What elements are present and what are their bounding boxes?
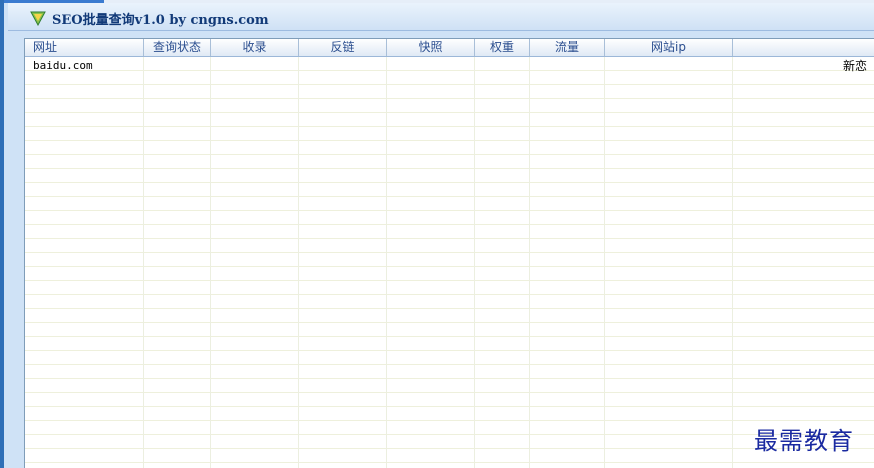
results-table[interactable]: 网址 查询状态 收录 反链 快照 权重 流量 网站ip baidu.com 新恋 — [24, 38, 874, 468]
table-row-url[interactable]: baidu.com — [33, 59, 93, 73]
column-divider — [210, 57, 211, 468]
column-header-extra[interactable] — [733, 39, 874, 56]
column-divider — [732, 57, 733, 468]
app-window: SEO批量查询v1.0 by cngns.com 网址 查询状态 收录 反链 快… — [0, 0, 874, 468]
column-divider — [386, 57, 387, 468]
column-header-traffic[interactable]: 流量 — [530, 39, 605, 56]
shield-icon — [30, 11, 46, 26]
column-header-url[interactable]: 网址 — [25, 39, 144, 56]
column-header-status[interactable]: 查询状态 — [144, 39, 211, 56]
column-divider — [298, 57, 299, 468]
window-title: SEO批量查询v1.0 by cngns.com — [52, 13, 269, 28]
column-divider — [529, 57, 530, 468]
table-header: 网址 查询状态 收录 反链 快照 权重 流量 网站ip — [25, 39, 874, 57]
table-row-extra[interactable]: 新恋 — [843, 59, 867, 73]
column-divider — [474, 57, 475, 468]
column-header-weight[interactable]: 权重 — [475, 39, 530, 56]
column-divider — [604, 57, 605, 468]
table-body — [25, 57, 874, 468]
title-bar[interactable]: SEO批量查询v1.0 by cngns.com — [8, 3, 874, 31]
column-divider — [143, 57, 144, 468]
column-header-indexed[interactable]: 收录 — [211, 39, 299, 56]
column-header-ip[interactable]: 网站ip — [605, 39, 733, 56]
column-header-backlinks[interactable]: 反链 — [299, 39, 387, 56]
column-header-snapshot[interactable]: 快照 — [387, 39, 475, 56]
watermark-text: 最需教育 — [754, 427, 854, 455]
